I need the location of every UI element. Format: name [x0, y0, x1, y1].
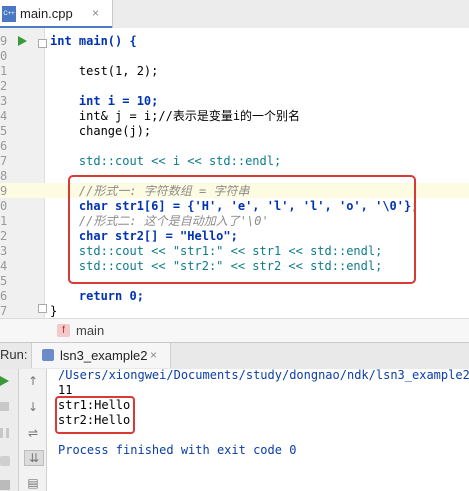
up-arrow-icon[interactable]: ↑: [24, 374, 42, 388]
run-config-icon: [42, 349, 54, 361]
run-tab-label[interactable]: lsn3_example2: [60, 348, 147, 363]
console-command-line: /Users/xiongwei/Documents/study/dongnao/…: [58, 368, 469, 382]
close-tab-icon[interactable]: ×: [92, 6, 99, 20]
run-panel-title: Run:: [0, 347, 28, 362]
close-run-tab-icon[interactable]: ×: [150, 348, 157, 362]
line-number: 3: [0, 94, 8, 108]
dump-icon[interactable]: [0, 456, 10, 466]
line-number: 9: [0, 184, 8, 198]
line-number: 3: [0, 244, 8, 258]
fold-close-icon[interactable]: [38, 304, 47, 313]
cpp-file-icon: C++: [2, 6, 16, 22]
line-number: 2: [0, 229, 8, 243]
line-number: 7: [0, 304, 8, 318]
code-line[interactable]: test(1, 2);: [50, 64, 158, 79]
line-number: 0: [0, 49, 8, 63]
line-number: 4: [0, 259, 8, 273]
breadcrumb-main[interactable]: main: [76, 323, 104, 338]
line-number: 1: [0, 64, 8, 78]
fold-open-icon[interactable]: [38, 39, 47, 48]
settings-icon[interactable]: [0, 480, 10, 490]
scroll-to-end-icon[interactable]: ⇊: [24, 450, 44, 466]
breadcrumb-bar: [0, 318, 469, 343]
pause-icon[interactable]: [0, 428, 9, 438]
console-exit-line: Process finished with exit code 0: [58, 443, 297, 457]
function-icon: f: [57, 324, 70, 337]
line-number: 0: [0, 199, 8, 213]
line-number: 5: [0, 124, 8, 138]
rerun-icon[interactable]: [0, 376, 9, 386]
code-line[interactable]: int& j = i;//表示是变量i的一个别名: [50, 109, 300, 124]
line-number: 8: [0, 169, 8, 183]
code-line[interactable]: change(j);: [50, 124, 151, 139]
line-number: 4: [0, 109, 8, 123]
code-line[interactable]: return 0;: [50, 289, 144, 304]
down-arrow-icon[interactable]: ↓: [24, 400, 42, 414]
line-number: 2: [0, 79, 8, 93]
run-arrow-icon[interactable]: [18, 36, 27, 46]
code-line[interactable]: int main() {: [50, 34, 137, 49]
code-line[interactable]: int i = 10;: [50, 94, 158, 109]
highlight-box-code: [68, 175, 416, 284]
line-number: 1: [0, 214, 8, 228]
stop-icon[interactable]: [0, 402, 9, 411]
line-number: 9: [0, 34, 8, 48]
wrap-icon[interactable]: ⇌: [24, 426, 42, 440]
code-line[interactable]: std::cout << i << std::endl;: [50, 154, 281, 169]
line-number: 6: [0, 289, 8, 303]
line-number: 5: [0, 274, 8, 288]
line-number: 7: [0, 154, 8, 168]
code-line[interactable]: }: [50, 304, 57, 319]
tab-label[interactable]: main.cpp: [20, 6, 73, 21]
print-icon[interactable]: ▤: [24, 476, 42, 490]
highlight-box-output: [55, 396, 135, 434]
line-number: 6: [0, 139, 8, 153]
